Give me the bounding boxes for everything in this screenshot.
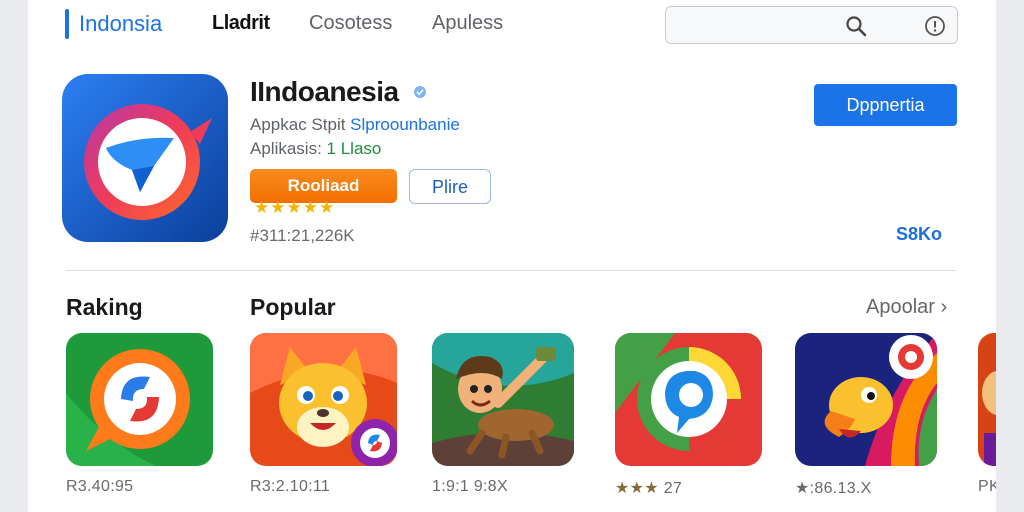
app-tile-5[interactable] [795,333,937,466]
see-all-link[interactable]: Apoolar › [866,296,947,319]
app-title: IIndoanesia [250,76,399,107]
section-title-ranking[interactable]: Raking [66,294,143,321]
app-tile-3[interactable] [432,333,574,466]
info-icon[interactable] [924,15,946,37]
swirl-chat-icon [66,333,213,466]
ring-chat-icon [615,333,762,466]
search-icon[interactable] [844,14,868,38]
nav-link-3[interactable]: Apuless [432,12,503,35]
app-tile-1[interactable] [66,333,213,466]
rainbow-bird-icon [795,333,937,466]
left-gutter [0,0,28,512]
verified-icon [414,86,426,98]
search-box[interactable] [665,6,958,44]
adventurer-game-icon [432,333,574,466]
top-nav: Indonsia Lladrit Cosotess Apuless [28,0,996,52]
app-tile-2[interactable] [250,333,397,466]
tile-6-caption: PK40 [978,478,996,495]
section-title-popular[interactable]: Popular [250,294,336,321]
hero-app-icon[interactable] [62,74,228,242]
category-value: 1 Llaso [326,139,382,158]
chat-bird-icon [62,74,228,242]
download-count: #311:21,226K [250,226,355,245]
section-divider [66,270,956,271]
brand[interactable]: Indonsia [65,8,162,40]
nav-link-1[interactable]: Lladrit [212,12,270,35]
brand-bar [65,9,69,39]
tile-5-caption: ★:86.13.X [795,480,872,497]
tile-3-caption: 1:9:1 9:8X [432,478,508,495]
category-prefix: Aplikasis: [250,139,327,158]
character-icon [978,333,996,466]
preview-button[interactable]: Plire [409,169,491,204]
developer-link[interactable]: Slproounbanie [350,115,460,134]
see-all-label: Apoolar [866,296,935,318]
rating-stars: ★★★★★ [254,198,336,217]
size-link[interactable]: S8Ko [896,224,942,245]
app-tile-6[interactable] [978,333,996,466]
tile-2-caption: R3:2.10:11 [250,478,331,495]
brand-label: Indonsia [79,11,163,36]
store-panel: Indonsia Lladrit Cosotess Apuless IIndoa… [28,0,996,512]
tile-4-value: 27 [663,480,683,497]
tile-1-caption: R3.40:95 [66,478,134,495]
fox-cartoon-icon [250,333,397,466]
developer-prefix: Appkac Stpit [250,115,351,134]
search-input[interactable] [676,15,836,35]
nav-link-2[interactable]: Cosotess [309,12,392,35]
tile-4-caption: ★★★ 27 [615,478,682,498]
tile-4-stars: ★★★ [615,480,659,497]
right-gutter [996,0,1024,512]
app-tile-4[interactable] [615,333,762,466]
app-category: Aplikasis: 1 Llaso [250,139,381,159]
install-button[interactable]: Dppnertia [814,84,957,126]
app-developer: Appkac Stpit Slproounbanie [250,115,460,135]
chevron-right-icon: › [940,296,948,318]
